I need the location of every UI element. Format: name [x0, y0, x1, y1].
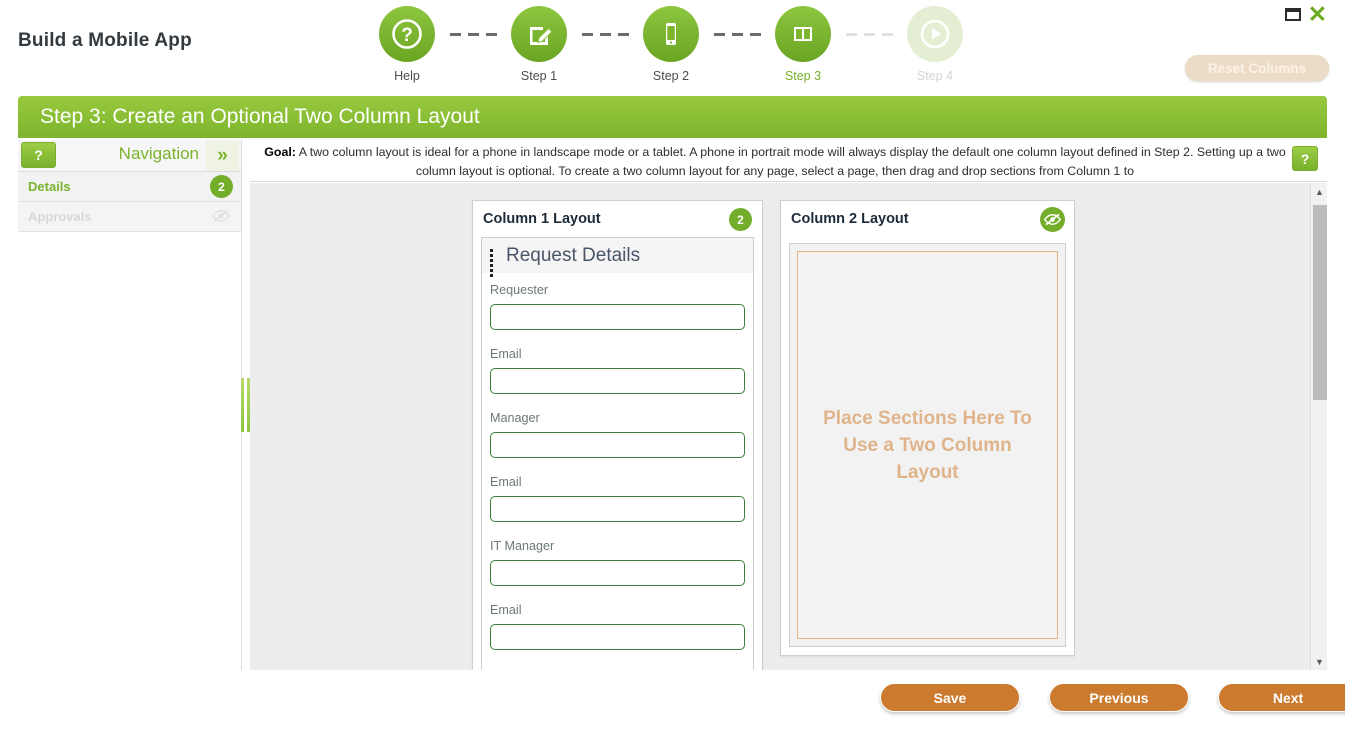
- question-mark-circle-icon: ?: [379, 6, 435, 62]
- field-label: Requester: [490, 283, 549, 297]
- next-button[interactable]: Next: [1218, 683, 1345, 712]
- step-connector: [436, 6, 510, 62]
- chevron-double-right-icon[interactable]: »: [206, 140, 239, 171]
- column-2-dropzone[interactable]: Place Sections Here To Use a Two Column …: [797, 251, 1058, 639]
- step-label: Step 1: [520, 69, 558, 83]
- field-label: IT Manager: [490, 539, 555, 553]
- footer-actions: Save Previous Next: [880, 683, 1345, 712]
- sidebar-help-button[interactable]: ?: [21, 142, 56, 168]
- sidebar-item-label: Details: [28, 179, 71, 194]
- step-connector: [700, 6, 774, 62]
- goal-text: Goal: A two column layout is ideal for a…: [260, 143, 1290, 181]
- sidebar-item-approvals[interactable]: Approvals: [18, 202, 241, 232]
- email-input-3[interactable]: [490, 624, 745, 650]
- requester-input[interactable]: [490, 304, 745, 330]
- section-fields: Requester Email Manager Email IT Manager: [481, 273, 754, 670]
- goal-body: A two column layout is ideal for a phone…: [298, 145, 1286, 178]
- field-email-3: Email: [490, 603, 745, 667]
- field-label: Email: [490, 475, 522, 489]
- step-1[interactable]: Step 1: [510, 6, 568, 83]
- drag-grip-icon[interactable]: [490, 249, 499, 277]
- email-input-2[interactable]: [490, 496, 745, 522]
- navigation-sidebar: ? Navigation » Details 2 Approvals: [18, 140, 242, 670]
- step-header-banner: Step 3: Create an Optional Two Column La…: [18, 96, 1327, 138]
- sidebar-title: Navigation: [118, 144, 199, 163]
- window-controls: ✕: [1284, 3, 1327, 26]
- section-header-request-details[interactable]: Request Details: [481, 237, 754, 277]
- close-icon[interactable]: ✕: [1308, 3, 1327, 26]
- scrollbar-thumb[interactable]: [1313, 205, 1327, 400]
- step-label: Step 3: [784, 69, 822, 83]
- caret-up-icon[interactable]: ▲: [1311, 183, 1328, 200]
- column-2-header: Column 2 Layout: [781, 201, 1074, 237]
- step-4[interactable]: Step 4: [906, 6, 964, 83]
- previous-button[interactable]: Previous: [1049, 683, 1189, 712]
- save-button[interactable]: Save: [880, 683, 1020, 712]
- restore-icon[interactable]: [1284, 7, 1301, 21]
- eye-slash-icon[interactable]: [1040, 207, 1065, 232]
- column-2-panel: Column 2 Layout Place Sections Here To U…: [780, 200, 1075, 656]
- eye-slash-icon: [211, 208, 231, 227]
- field-manager: Manager: [490, 411, 745, 475]
- reset-columns-button[interactable]: Reset Columns: [1185, 55, 1329, 81]
- goal-label: Goal:: [264, 145, 296, 159]
- sidebar-header: ? Navigation »: [18, 140, 241, 172]
- vertical-scrollbar[interactable]: ▲ ▼: [1310, 183, 1327, 670]
- field-requester: Requester: [490, 283, 745, 347]
- field-label: Email: [490, 347, 522, 361]
- step-indicator: ? Help Step 1 Step 2 Step 3 Step 4: [378, 6, 964, 83]
- step-help[interactable]: ? Help: [378, 6, 436, 83]
- section-title: Request Details: [506, 244, 641, 266]
- sidebar-item-label: Approvals: [28, 209, 92, 224]
- mobile-phone-icon: [643, 6, 699, 62]
- goal-help-button[interactable]: ?: [1292, 146, 1318, 171]
- play-circle-icon: [907, 6, 963, 62]
- step-label: Step 4: [916, 69, 954, 83]
- goal-bar: Goal: A two column layout is ideal for a…: [250, 140, 1327, 182]
- status-badge: 2: [210, 175, 233, 198]
- manager-input[interactable]: [490, 432, 745, 458]
- layout-canvas: Column 1 Layout 2 Request Details Reques…: [250, 183, 1310, 670]
- svg-text:?: ?: [401, 25, 413, 46]
- sidebar-item-details[interactable]: Details 2: [18, 172, 241, 202]
- dropzone-placeholder-text: Place Sections Here To Use a Two Column …: [823, 407, 1032, 483]
- field-label: Manager: [490, 411, 540, 425]
- application-window: ✕ Build a Mobile App ? Help Step 1 Step …: [0, 0, 1345, 730]
- step-connector: [832, 6, 906, 62]
- step-3[interactable]: Step 3: [774, 6, 832, 83]
- step-2[interactable]: Step 2: [642, 6, 700, 83]
- page-title: Build a Mobile App: [18, 30, 192, 51]
- column-2-title: Column 2 Layout: [791, 211, 909, 227]
- email-input-1[interactable]: [490, 368, 745, 394]
- column-1-badge: 2: [729, 208, 752, 231]
- column-1-header: Column 1 Layout 2: [473, 201, 762, 237]
- column-2-dropzone-outer: Place Sections Here To Use a Two Column …: [789, 243, 1066, 647]
- field-email-1: Email: [490, 347, 745, 411]
- field-it-manager: IT Manager: [490, 539, 745, 603]
- step-connector: [568, 6, 642, 62]
- field-email-2: Email: [490, 475, 745, 539]
- field-label: Email: [490, 603, 522, 617]
- it-manager-input[interactable]: [490, 560, 745, 586]
- sidebar-resize-handle[interactable]: [241, 378, 250, 432]
- column-1-panel: Column 1 Layout 2 Request Details Reques…: [472, 200, 763, 670]
- caret-down-icon[interactable]: ▼: [1311, 653, 1328, 670]
- step-label: Step 2: [652, 69, 690, 83]
- two-column-layout-icon: [775, 6, 831, 62]
- step-label: Help: [394, 69, 420, 83]
- column-1-title: Column 1 Layout: [483, 211, 601, 227]
- edit-pencil-icon: [511, 6, 567, 62]
